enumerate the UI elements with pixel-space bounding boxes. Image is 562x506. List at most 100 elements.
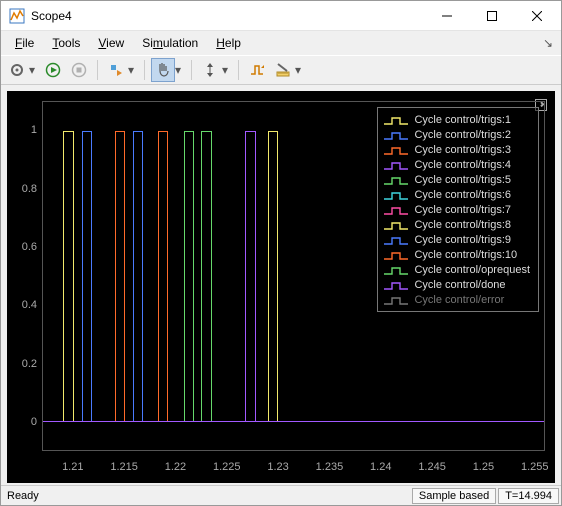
x-tick: 1.245 <box>412 461 452 473</box>
pulse-cycle-control-trigs-5 <box>184 102 194 450</box>
x-tick: 1.215 <box>104 461 144 473</box>
pulse-cycle-control-trigs-4 <box>245 102 255 450</box>
legend-item: Cycle control/oprequest <box>384 262 530 277</box>
legend-swatch-icon <box>384 145 408 155</box>
legend-item: Cycle control/trigs:6 <box>384 187 530 202</box>
legend-label: Cycle control/trigs:1 <box>414 114 511 126</box>
menu-simulation[interactable]: Simulation <box>134 34 206 52</box>
legend: Cycle control/trigs:1 Cycle control/trigs… <box>377 107 539 312</box>
x-tick: 1.235 <box>309 461 349 473</box>
legend-item: Cycle control/error <box>384 292 530 307</box>
status-mode: Sample based <box>412 488 496 504</box>
legend-label: Cycle control/trigs:6 <box>414 189 511 201</box>
x-tick: 1.255 <box>515 461 555 473</box>
measure-dropdown-icon[interactable]: ▾ <box>295 63 303 77</box>
legend-label: Cycle control/trigs:2 <box>414 129 511 141</box>
pan-dropdown-icon[interactable]: ▾ <box>175 63 183 77</box>
titlebar: Scope4 <box>1 1 561 31</box>
pulse-cycle-control-trigs-10 <box>158 102 168 450</box>
toolbar-separator <box>238 60 239 80</box>
zoom-dropdown-icon[interactable]: ▾ <box>222 63 230 77</box>
pulse-cycle-control-trigs-9 <box>133 102 143 450</box>
legend-label: Cycle control/done <box>414 279 505 291</box>
zoom-y-button[interactable] <box>198 58 222 82</box>
x-tick: 1.21 <box>53 461 93 473</box>
statusbar: Ready Sample based T=14.994 <box>1 485 561 505</box>
app-icon <box>9 8 25 24</box>
legend-swatch-icon <box>384 205 408 215</box>
window-title: Scope4 <box>31 9 424 23</box>
pulse-cycle-control-trigs-3 <box>115 102 125 450</box>
legend-label: Cycle control/trigs:8 <box>414 219 511 231</box>
configure-button[interactable] <box>5 58 29 82</box>
y-tick: 0.4 <box>7 299 37 311</box>
stop-button[interactable] <box>67 58 91 82</box>
menubar: File Tools View Simulation Help ↘ <box>1 31 561 55</box>
plot-area: Cycle control/trigs:1 Cycle control/trigs… <box>1 85 561 485</box>
pulse-cycle-control-oprequest <box>201 102 211 450</box>
x-tick: 1.23 <box>258 461 298 473</box>
triggers-button[interactable] <box>245 58 269 82</box>
menu-view[interactable]: View <box>90 34 132 52</box>
legend-swatch-icon <box>384 280 408 290</box>
legend-swatch-icon <box>384 235 408 245</box>
status-ready: Ready <box>1 490 412 502</box>
legend-label: Cycle control/trigs:7 <box>414 204 511 216</box>
legend-swatch-icon <box>384 175 408 185</box>
x-tick: 1.25 <box>463 461 503 473</box>
legend-item: Cycle control/trigs:3 <box>384 142 530 157</box>
legend-item: Cycle control/trigs:10 <box>384 247 530 262</box>
measure-button[interactable] <box>271 58 295 82</box>
toolbar-separator <box>97 60 98 80</box>
y-tick: 0.2 <box>7 358 37 370</box>
configure-dropdown-icon[interactable]: ▾ <box>29 63 37 77</box>
legend-item: Cycle control/trigs:7 <box>384 202 530 217</box>
x-tick: 1.24 <box>361 461 401 473</box>
legend-swatch-icon <box>384 265 408 275</box>
legend-label: Cycle control/trigs:5 <box>414 174 511 186</box>
legend-item: Cycle control/trigs:9 <box>384 232 530 247</box>
x-tick: 1.22 <box>155 461 195 473</box>
legend-label: Cycle control/trigs:10 <box>414 249 517 261</box>
menu-file[interactable]: File <box>7 34 42 52</box>
menu-help[interactable]: Help <box>208 34 249 52</box>
scope-plot[interactable]: Cycle control/trigs:1 Cycle control/trigs… <box>7 91 555 483</box>
menu-tools[interactable]: Tools <box>44 34 88 52</box>
legend-swatch-icon <box>384 160 408 170</box>
legend-label: Cycle control/trigs:9 <box>414 234 511 246</box>
y-tick: 0.6 <box>7 241 37 253</box>
legend-label: Cycle control/trigs:3 <box>414 144 511 156</box>
status-time: T=14.994 <box>498 488 559 504</box>
legend-swatch-icon <box>384 190 408 200</box>
y-tick: 1 <box>7 124 37 136</box>
y-tick: 0.8 <box>7 183 37 195</box>
legend-item: Cycle control/trigs:4 <box>384 157 530 172</box>
maximize-button[interactable] <box>469 1 514 31</box>
legend-item: Cycle control/done <box>384 277 530 292</box>
toolbar: ▾ ▾ ▾ ▾ ▾ <box>1 55 561 85</box>
legend-swatch-icon <box>384 250 408 260</box>
legend-swatch-icon <box>384 115 408 125</box>
legend-item: Cycle control/trigs:2 <box>384 127 530 142</box>
dock-chevron-icon[interactable]: ↘ <box>543 36 557 50</box>
legend-swatch-icon <box>384 295 408 305</box>
legend-item: Cycle control/trigs:8 <box>384 217 530 232</box>
legend-label: Cycle control/oprequest <box>414 264 530 276</box>
close-button[interactable] <box>514 1 559 31</box>
step-dropdown-icon[interactable]: ▾ <box>128 63 136 77</box>
legend-swatch-icon <box>384 220 408 230</box>
legend-item: Cycle control/trigs:5 <box>384 172 530 187</box>
legend-label: Cycle control/trigs:4 <box>414 159 511 171</box>
legend-item: Cycle control/trigs:1 <box>384 112 530 127</box>
pulse-cycle-control-trigs-2 <box>82 102 92 450</box>
pan-button[interactable] <box>151 58 175 82</box>
run-button[interactable] <box>41 58 65 82</box>
legend-label: Cycle control/error <box>414 294 504 306</box>
step-forward-button[interactable] <box>104 58 128 82</box>
toolbar-separator <box>191 60 192 80</box>
toolbar-separator <box>144 60 145 80</box>
minimize-button[interactable] <box>424 1 469 31</box>
x-tick: 1.225 <box>207 461 247 473</box>
pulse-cycle-control-trigs-8 <box>268 102 278 450</box>
y-tick: 0 <box>7 416 37 428</box>
